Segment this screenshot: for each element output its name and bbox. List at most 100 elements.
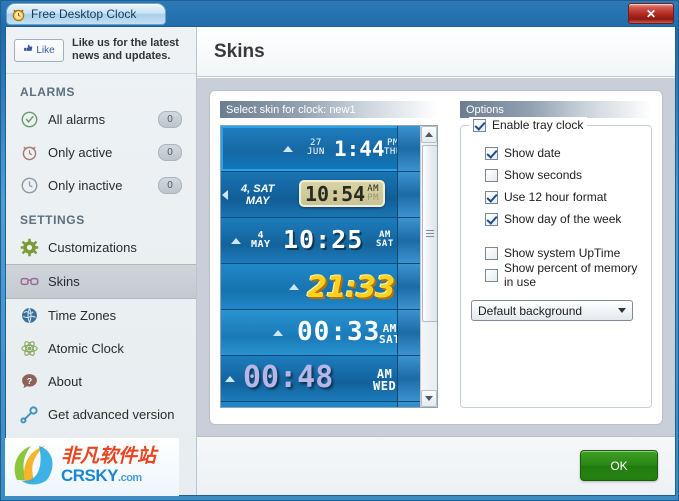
main-panel: Skins Select skin for clock: new1 27 JUN…: [197, 27, 675, 495]
sidebar-item-get-advanced-version[interactable]: Get advanced version: [6, 398, 196, 431]
clock-check-icon: [20, 110, 40, 130]
checkbox-show-date[interactable]: Show date: [485, 142, 641, 164]
checkbox-label: Enable tray clock: [492, 118, 584, 132]
like-promo-line2: news and updates.: [72, 50, 171, 62]
sidebar-label: Skins: [48, 274, 80, 289]
checkbox-label: Show seconds: [504, 168, 583, 182]
title-bar: Free Desktop Clock ✕: [1, 1, 679, 25]
like-promo-line1: Like us for the latest: [72, 37, 179, 49]
sidebar-item-atomic-clock[interactable]: Atomic Clock: [6, 332, 196, 365]
atom-icon: [20, 339, 40, 359]
row-side-panel: [397, 402, 420, 407]
chevron-down-icon: [618, 308, 626, 313]
app-window: Free Desktop Clock ✕ Like Like us for th…: [0, 0, 679, 501]
section-title-alarms: ALARMS: [20, 85, 75, 99]
skin-group-header: Select skin for clock: new1: [220, 101, 438, 118]
scroll-down-button[interactable]: [421, 390, 437, 407]
checkbox-show-seconds[interactable]: Show seconds: [485, 164, 641, 186]
background-select[interactable]: Default background: [471, 300, 633, 321]
sidebar-label: Atomic Clock: [48, 341, 124, 356]
sidebar-label: Time Zones: [48, 308, 117, 323]
row-side-panel: [397, 310, 420, 355]
skin-list-scrollbar[interactable]: [420, 126, 437, 407]
skin-month: MAY: [251, 239, 271, 250]
skin-day: 4, SAT: [241, 183, 275, 195]
checkbox-show-percent-memory[interactable]: Show percent of memory in use: [485, 261, 641, 289]
facebook-like-button[interactable]: Like: [14, 38, 64, 62]
globe-icon: [20, 306, 40, 326]
clock-grey-icon: [20, 176, 40, 196]
checkbox-enable-tray-clock[interactable]: Enable tray clock: [469, 117, 588, 133]
sidebar-item-all-alarms[interactable]: All alarms 0: [6, 103, 196, 136]
sidebar-label: Only active: [48, 145, 113, 160]
sidebar-label: About: [48, 374, 82, 389]
checkbox-use-12-hour-format[interactable]: Use 12 hour format: [485, 186, 641, 208]
checkbox-show-day-of-week[interactable]: Show day of the week: [485, 208, 641, 230]
skin-month: JUN: [307, 147, 325, 157]
checkbox-icon[interactable]: [485, 212, 498, 226]
checkbox-icon[interactable]: [485, 268, 498, 282]
skin-row-2[interactable]: 4, SAT MAY 10:54 AM PM: [221, 172, 420, 218]
like-promo-text: Like us for the latest news and updates.: [72, 37, 179, 63]
alarm-bell-icon: [20, 143, 40, 163]
like-button-label: Like: [36, 44, 55, 56]
watermark-chinese: 非凡软件站: [61, 445, 157, 467]
close-button[interactable]: ✕: [628, 3, 674, 24]
key-icon: [20, 405, 40, 425]
ok-button[interactable]: OK: [580, 450, 658, 481]
skin-list[interactable]: 27 JUN 1:44 PM THU 4, SAT MAY 10:54 AM P…: [220, 125, 438, 408]
page-title: Skins: [214, 40, 265, 62]
sidebar-item-skins[interactable]: Skins: [6, 264, 196, 299]
checkbox-icon[interactable]: [485, 168, 498, 182]
gear-icon: [20, 238, 40, 258]
skin-row-6[interactable]: 00:48 AM WED: [221, 356, 420, 402]
row-arrow-icon: [225, 376, 235, 382]
skin-row-3[interactable]: 4 MAY 10:25 AM SAT: [221, 218, 420, 264]
sidebar-item-about[interactable]: ? About: [6, 365, 196, 398]
sidebar-label: Only inactive: [48, 178, 123, 193]
row-arrow-icon: [283, 146, 293, 152]
watermark-suffix: .com: [118, 472, 142, 484]
watermark-english-main: CRSKY: [61, 466, 119, 485]
watermark-text: 非凡软件站 CRSKY.com: [61, 447, 156, 487]
skin-row-5[interactable]: 00:33 AM SAT: [221, 310, 420, 356]
grip-icon: [426, 230, 434, 237]
checkbox-label: Show system UpTime: [504, 246, 621, 260]
row-arrow-icon: [273, 330, 283, 336]
skin-rows: 27 JUN 1:44 PM THU 4, SAT MAY 10:54 AM P…: [221, 126, 420, 407]
skin-time: 10:54: [305, 181, 366, 206]
watermark-logo: 非凡软件站 CRSKY.com: [5, 438, 179, 496]
row-side-panel: [397, 264, 420, 309]
watermark-swoosh-icon: [9, 440, 59, 495]
sidebar-item-time-zones[interactable]: Time Zones: [6, 299, 196, 332]
checkbox-icon[interactable]: [485, 246, 498, 260]
options-fieldset: Enable tray clock Show date Show seconds: [460, 117, 652, 408]
background-select-value: Default background: [478, 303, 583, 318]
skin-time: 10:25: [283, 225, 364, 254]
scroll-up-button[interactable]: [421, 126, 437, 143]
checkbox-label: Show percent of memory in use: [504, 261, 638, 289]
skin-selector-column: Select skin for clock: new1 27 JUN 1:44 …: [220, 101, 438, 414]
skin-weekday: PM: [367, 192, 380, 203]
page-body: Select skin for clock: new1 27 JUN 1:44 …: [197, 78, 675, 437]
skin-time: 21:33: [307, 270, 395, 304]
sidebar-item-customizations[interactable]: Customizations: [6, 231, 196, 264]
sidebar-label: Get advanced version: [48, 407, 175, 422]
sidebar-item-only-active[interactable]: Only active 0: [6, 136, 196, 169]
row-arrow-icon: [231, 238, 241, 244]
skin-row-4[interactable]: 21:33: [221, 264, 420, 310]
skin-weekday: WED: [373, 379, 397, 393]
scrollbar-thumb[interactable]: [422, 145, 437, 322]
checkbox-icon[interactable]: [485, 146, 498, 160]
sidebar-label: All alarms: [48, 112, 106, 127]
checkbox-label: Show day of the week: [504, 212, 622, 226]
sidebar-item-only-inactive[interactable]: Only inactive 0: [6, 169, 196, 202]
sidebar: Like Like us for the latest news and upd…: [6, 27, 197, 495]
checkbox-icon[interactable]: [485, 190, 498, 204]
footer-bar: OK: [197, 436, 675, 495]
skin-row-7[interactable]: 14 TUE MAY 00:00 AM PM: [221, 402, 420, 407]
row-side-panel: [397, 218, 420, 263]
sidebar-label: Customizations: [48, 240, 137, 255]
checkbox-icon[interactable]: [473, 118, 486, 132]
skin-row-1[interactable]: 27 JUN 1:44 PM THU: [221, 126, 420, 172]
